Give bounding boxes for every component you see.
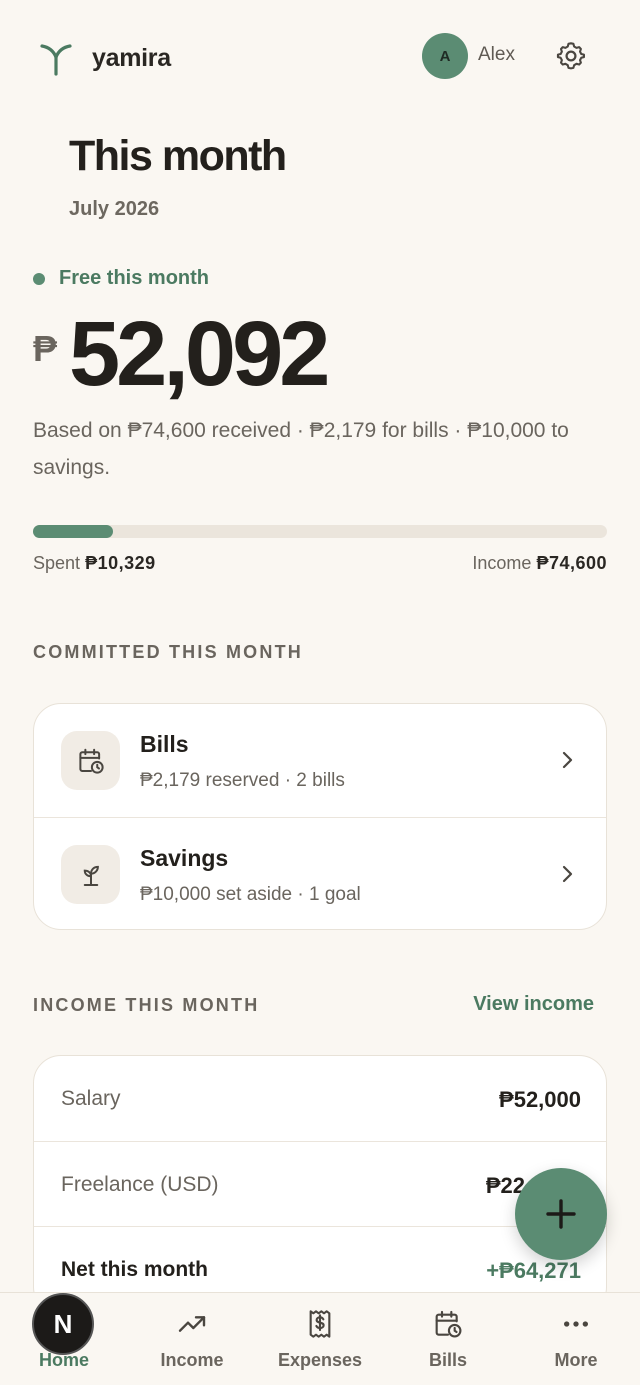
- free-amount: ₱ 52,092: [33, 302, 330, 405]
- free-amount-value: 52,092: [69, 303, 330, 405]
- period-label: July 2026: [69, 198, 160, 220]
- plus-icon: [546, 1199, 576, 1229]
- bills-title: Bills: [140, 731, 189, 757]
- currency-symbol: ₱: [33, 328, 58, 369]
- sprout-icon: [83, 865, 99, 886]
- tab-expenses-label: Expenses: [277, 1350, 363, 1370]
- savings-row[interactable]: Savings ₱10,000 set aside · 1 goal: [34, 817, 606, 929]
- brand-logo[interactable]: yamira: [40, 40, 171, 76]
- tab-more-label: More: [554, 1350, 598, 1370]
- view-income-link[interactable]: View income: [473, 993, 594, 1016]
- app-header: yamira A Alex: [0, 0, 640, 112]
- income-section-label: INCOME THIS MONTH: [33, 995, 260, 1015]
- user-name[interactable]: Alex: [478, 44, 515, 66]
- income-value: ₱74,600: [536, 553, 607, 573]
- committed-card: Bills ₱2,179 reserved · 2 bills Savings …: [33, 703, 607, 930]
- spent-summary: Spent ₱10,329: [33, 553, 156, 574]
- spent-label: Spent: [33, 553, 81, 573]
- tab-expenses[interactable]: Expenses: [256, 1293, 384, 1385]
- committed-section-label: COMMITTED THIS MONTH: [33, 642, 303, 662]
- dev-badge[interactable]: N: [32, 1293, 94, 1355]
- free-label-text: Free this month: [59, 267, 210, 289]
- trending-up-icon: [178, 1316, 206, 1332]
- tab-home-label: Home: [38, 1350, 89, 1370]
- add-button[interactable]: [515, 1168, 607, 1260]
- spent-value: ₱10,329: [85, 553, 156, 573]
- bottom-tab-bar: N Home Income Expenses Bills More: [0, 1292, 640, 1385]
- tab-more[interactable]: More: [512, 1293, 640, 1385]
- chevron-right-icon: [562, 865, 573, 883]
- chevron-right-icon: [562, 751, 573, 769]
- sprout-logo-icon: [40, 44, 72, 76]
- page-title: This month: [69, 132, 287, 180]
- income-card: Salary ₱52,000 Freelance (USD) ₱22 Net t…: [33, 1055, 607, 1315]
- net-value: +₱64,271: [486, 1258, 581, 1283]
- income-summary: Income ₱74,600: [472, 553, 607, 574]
- bills-icon-tile: [61, 731, 120, 790]
- receipt-icon: [309, 1310, 331, 1338]
- savings-title: Savings: [140, 845, 229, 871]
- calendar-clock-icon: [435, 1310, 462, 1338]
- net-label: Net this month: [61, 1258, 208, 1281]
- savings-subtitle: ₱10,000 set aside · 1 goal: [140, 884, 361, 905]
- tab-bills-label: Bills: [428, 1350, 467, 1370]
- tab-bills[interactable]: Bills: [384, 1293, 512, 1385]
- income-row-value: ₱52,000: [499, 1087, 581, 1112]
- income-row-salary[interactable]: Salary ₱52,000: [34, 1056, 606, 1141]
- gear-icon[interactable]: [555, 40, 587, 72]
- income-label: Income: [472, 553, 532, 573]
- more-dots-icon: [564, 1321, 588, 1327]
- income-row-name: Salary: [61, 1087, 121, 1110]
- bills-subtitle: ₱2,179 reserved · 2 bills: [140, 770, 345, 791]
- tab-income-label: Income: [160, 1350, 224, 1370]
- calendar-clock-icon: [78, 748, 104, 774]
- bills-row[interactable]: Bills ₱2,179 reserved · 2 bills: [34, 704, 606, 817]
- spending-progress-bar: [33, 525, 607, 538]
- avatar[interactable]: A: [422, 33, 468, 79]
- calculation-note: Based on ₱74,600 received · ₱2,179 for b…: [33, 419, 569, 479]
- tab-income[interactable]: Income: [128, 1293, 256, 1385]
- brand-name: yamira: [92, 43, 171, 72]
- income-row-name: Freelance (USD): [61, 1173, 219, 1196]
- free-label: Free this month: [33, 267, 209, 290]
- status-dot: [33, 272, 45, 285]
- tab-home[interactable]: N Home: [0, 1293, 128, 1385]
- progress-fill: [33, 525, 113, 538]
- savings-icon-tile: [61, 845, 120, 904]
